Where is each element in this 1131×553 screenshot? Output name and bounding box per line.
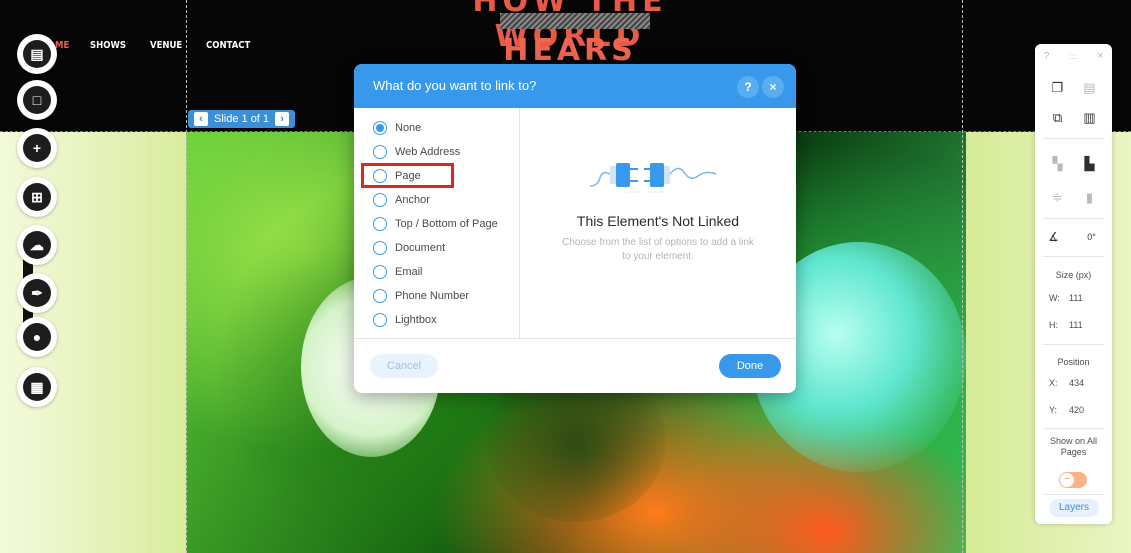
radio[interactable] xyxy=(373,241,387,255)
dialog-title: What do you want to link to? xyxy=(373,78,537,93)
radio[interactable] xyxy=(373,289,387,303)
radio[interactable] xyxy=(373,145,387,159)
option-none[interactable]: None xyxy=(373,119,421,137)
radio[interactable] xyxy=(373,313,387,327)
option-label: Anchor xyxy=(395,194,430,206)
link-dialog: What do you want to link to? ? × None We… xyxy=(354,64,796,393)
cancel-button[interactable]: Cancel xyxy=(370,354,438,378)
option-label: Web Address xyxy=(395,146,461,158)
help-button[interactable]: ? xyxy=(737,76,759,98)
option-email[interactable]: Email xyxy=(373,263,423,281)
dialog-footer-divider xyxy=(354,338,796,339)
option-phone-number[interactable]: Phone Number xyxy=(373,287,469,305)
radio[interactable] xyxy=(373,265,387,279)
link-type-list: None Web Address Page Anchor Top / Botto… xyxy=(354,108,519,338)
option-label: Phone Number xyxy=(395,290,469,302)
option-label: Email xyxy=(395,266,423,278)
dialog-header: What do you want to link to? ? × xyxy=(354,64,796,108)
option-web-address[interactable]: Web Address xyxy=(373,143,460,161)
option-top-bottom[interactable]: Top / Bottom of Page xyxy=(373,215,498,233)
option-label: Top / Bottom of Page xyxy=(395,218,498,230)
option-label: None xyxy=(395,122,422,134)
done-button[interactable]: Done xyxy=(719,354,781,378)
radio[interactable] xyxy=(373,193,387,207)
radio[interactable] xyxy=(373,217,387,231)
empty-state-title: This Element's Not Linked xyxy=(576,213,740,229)
unplugged-icon xyxy=(589,163,717,193)
option-label: Lightbox xyxy=(395,314,437,326)
option-anchor[interactable]: Anchor xyxy=(373,191,430,209)
option-label: Document xyxy=(395,242,446,254)
annotation-highlight-box xyxy=(361,163,454,188)
close-button[interactable]: × xyxy=(762,76,784,98)
radio-selected[interactable] xyxy=(373,121,387,135)
option-document[interactable]: Document xyxy=(373,239,445,257)
empty-state-description: Choose from the list of options to add a… xyxy=(562,237,754,262)
link-dialog-overlay: What do you want to link to? ? × None We… xyxy=(0,0,1131,553)
option-lightbox[interactable]: Lightbox xyxy=(373,311,437,329)
